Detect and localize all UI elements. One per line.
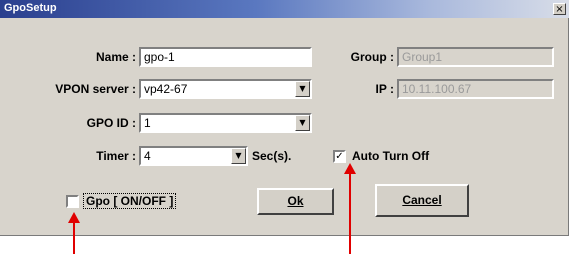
cancel-button-label: Cancel bbox=[402, 193, 442, 207]
timer-label: Timer : bbox=[96, 149, 136, 163]
vpon-server-value: vp42-67 bbox=[144, 82, 188, 96]
vpon-server-select[interactable]: vp42-67 ▼ bbox=[139, 79, 312, 99]
ok-button-label: Ok bbox=[287, 194, 304, 208]
chevron-down-icon[interactable]: ▼ bbox=[295, 115, 310, 131]
auto-turn-off-label: Auto Turn Off bbox=[352, 149, 430, 163]
close-icon[interactable]: × bbox=[553, 3, 566, 15]
chevron-down-icon[interactable]: ▼ bbox=[231, 148, 246, 164]
window-title: GpoSetup bbox=[4, 2, 57, 14]
timer-select[interactable]: 4 ▼ bbox=[139, 146, 248, 166]
ok-button[interactable]: Ok bbox=[257, 188, 334, 215]
gpo-setup-dialog: GpoSetup × Name : gpo-1 Group : Group1 V… bbox=[0, 0, 569, 236]
cancel-button[interactable]: Cancel bbox=[375, 184, 469, 217]
timer-unit: Sec(s). bbox=[252, 149, 292, 163]
ip-label: IP : bbox=[375, 82, 394, 96]
group-field: Group1 bbox=[397, 47, 554, 67]
name-value: gpo-1 bbox=[144, 50, 175, 64]
gpo-id-label: GPO ID : bbox=[86, 116, 136, 130]
group-value: Group1 bbox=[402, 50, 443, 64]
ip-value: 10.11.100.67 bbox=[402, 82, 472, 96]
chevron-down-icon[interactable]: ▼ bbox=[295, 81, 310, 97]
gpo-id-select[interactable]: 1 ▼ bbox=[139, 113, 312, 133]
group-label: Group : bbox=[350, 50, 394, 64]
name-label: Name : bbox=[95, 50, 136, 64]
annotation-arrow-left bbox=[73, 222, 75, 254]
gpo-id-value: 1 bbox=[144, 116, 151, 130]
gpo-on-off-label: Gpo [ ON/OFF ] bbox=[83, 193, 177, 209]
title-bar: GpoSetup × bbox=[0, 0, 569, 18]
auto-turn-off-checkbox[interactable]: ✓ bbox=[333, 150, 346, 163]
annotation-arrow-right bbox=[349, 173, 351, 254]
name-field[interactable]: gpo-1 bbox=[139, 47, 312, 67]
gpo-on-off-checkbox[interactable] bbox=[66, 195, 79, 208]
timer-value: 4 bbox=[144, 149, 151, 163]
ip-field: 10.11.100.67 bbox=[397, 79, 554, 99]
vpon-server-label: VPON server : bbox=[55, 82, 136, 96]
